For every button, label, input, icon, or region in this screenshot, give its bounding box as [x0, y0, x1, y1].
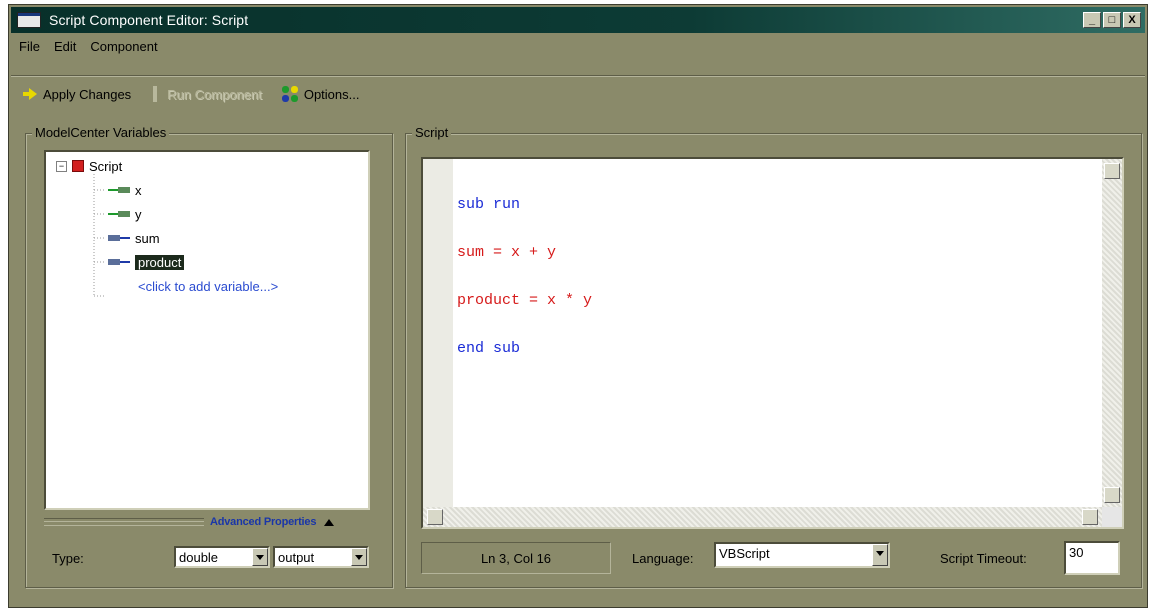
editor-gutter	[423, 159, 453, 507]
toolbar-divider	[11, 75, 1145, 77]
language-select[interactable]: VBScript	[714, 542, 890, 568]
window-controls: _ □ X	[1083, 12, 1141, 28]
run-component-label: Run Component	[167, 86, 262, 102]
chevron-down-icon[interactable]	[872, 544, 888, 566]
horizontal-scrollbar[interactable]	[423, 507, 1102, 527]
maximize-button[interactable]: □	[1103, 12, 1121, 28]
type-select-value: double	[179, 550, 219, 565]
code-area[interactable]: sub run sum = x + y product = x * y end …	[457, 165, 592, 389]
menu-edit[interactable]: Edit	[54, 39, 76, 54]
tree-connector-lines	[93, 174, 106, 297]
apply-changes-button[interactable]: Apply Changes	[23, 87, 131, 102]
direction-select[interactable]: output	[273, 546, 369, 568]
menu-bar: File Edit Component	[11, 35, 1145, 57]
window-app-icon[interactable]	[17, 12, 41, 28]
title-bar[interactable]: Script Component Editor: Script _ □ X	[11, 7, 1145, 33]
splitter-grip[interactable]	[44, 518, 204, 526]
type-select[interactable]: double	[174, 546, 270, 568]
scroll-down-button[interactable]	[1104, 487, 1120, 503]
cursor-position-field: Ln 3, Col 16	[421, 542, 611, 574]
script-timeout-input[interactable]: 30	[1064, 541, 1120, 575]
chevron-down-icon[interactable]	[252, 548, 268, 566]
language-label: Language:	[632, 551, 694, 566]
script-code-editor[interactable]: sub run sum = x + y product = x * y end …	[421, 157, 1124, 529]
advanced-properties-bar[interactable]: Advanced Properties	[44, 513, 370, 531]
window-title: Script Component Editor: Script	[49, 12, 249, 28]
code-line: product = x * y	[457, 292, 593, 309]
language-select-value: VBScript	[719, 546, 770, 561]
options-label: Options...	[303, 86, 360, 102]
apply-arrow-icon	[23, 88, 37, 100]
variables-group-title: ModelCenter Variables	[32, 125, 170, 140]
menu-component[interactable]: Component	[90, 39, 157, 54]
scroll-left-button[interactable]	[427, 509, 443, 525]
type-label: Type:	[52, 551, 84, 566]
apply-changes-label: Apply Changes	[43, 86, 132, 102]
script-group-title: Script	[412, 125, 452, 140]
scroll-corner	[1102, 507, 1122, 527]
scroll-up-button[interactable]	[1104, 163, 1120, 179]
chevron-down-icon[interactable]	[351, 548, 367, 566]
script-timeout-label: Script Timeout:	[940, 551, 1027, 566]
variable-tree[interactable]: − Script x y sum product <click to add v…	[44, 150, 370, 510]
expand-up-icon[interactable]	[324, 518, 335, 526]
close-button[interactable]: X	[1123, 12, 1141, 28]
advanced-properties-label: Advanced Properties	[210, 516, 317, 528]
toolbar: Apply Changes Run Component Options...	[11, 81, 1145, 107]
direction-select-value: output	[278, 550, 315, 565]
options-button[interactable]: Options...	[281, 86, 360, 102]
code-line: sub run	[457, 196, 521, 213]
script-timeout-value: 30	[1069, 545, 1084, 560]
code-line: end sub	[457, 340, 521, 357]
run-icon	[151, 86, 161, 102]
minimize-button[interactable]: _	[1083, 12, 1101, 28]
menu-file[interactable]: File	[19, 39, 40, 54]
run-component-button[interactable]: Run Component	[151, 86, 262, 102]
scroll-right-button[interactable]	[1082, 509, 1098, 525]
code-line: sum = x + y	[457, 244, 557, 261]
vertical-scrollbar[interactable]	[1102, 159, 1122, 507]
options-icon	[281, 86, 298, 102]
